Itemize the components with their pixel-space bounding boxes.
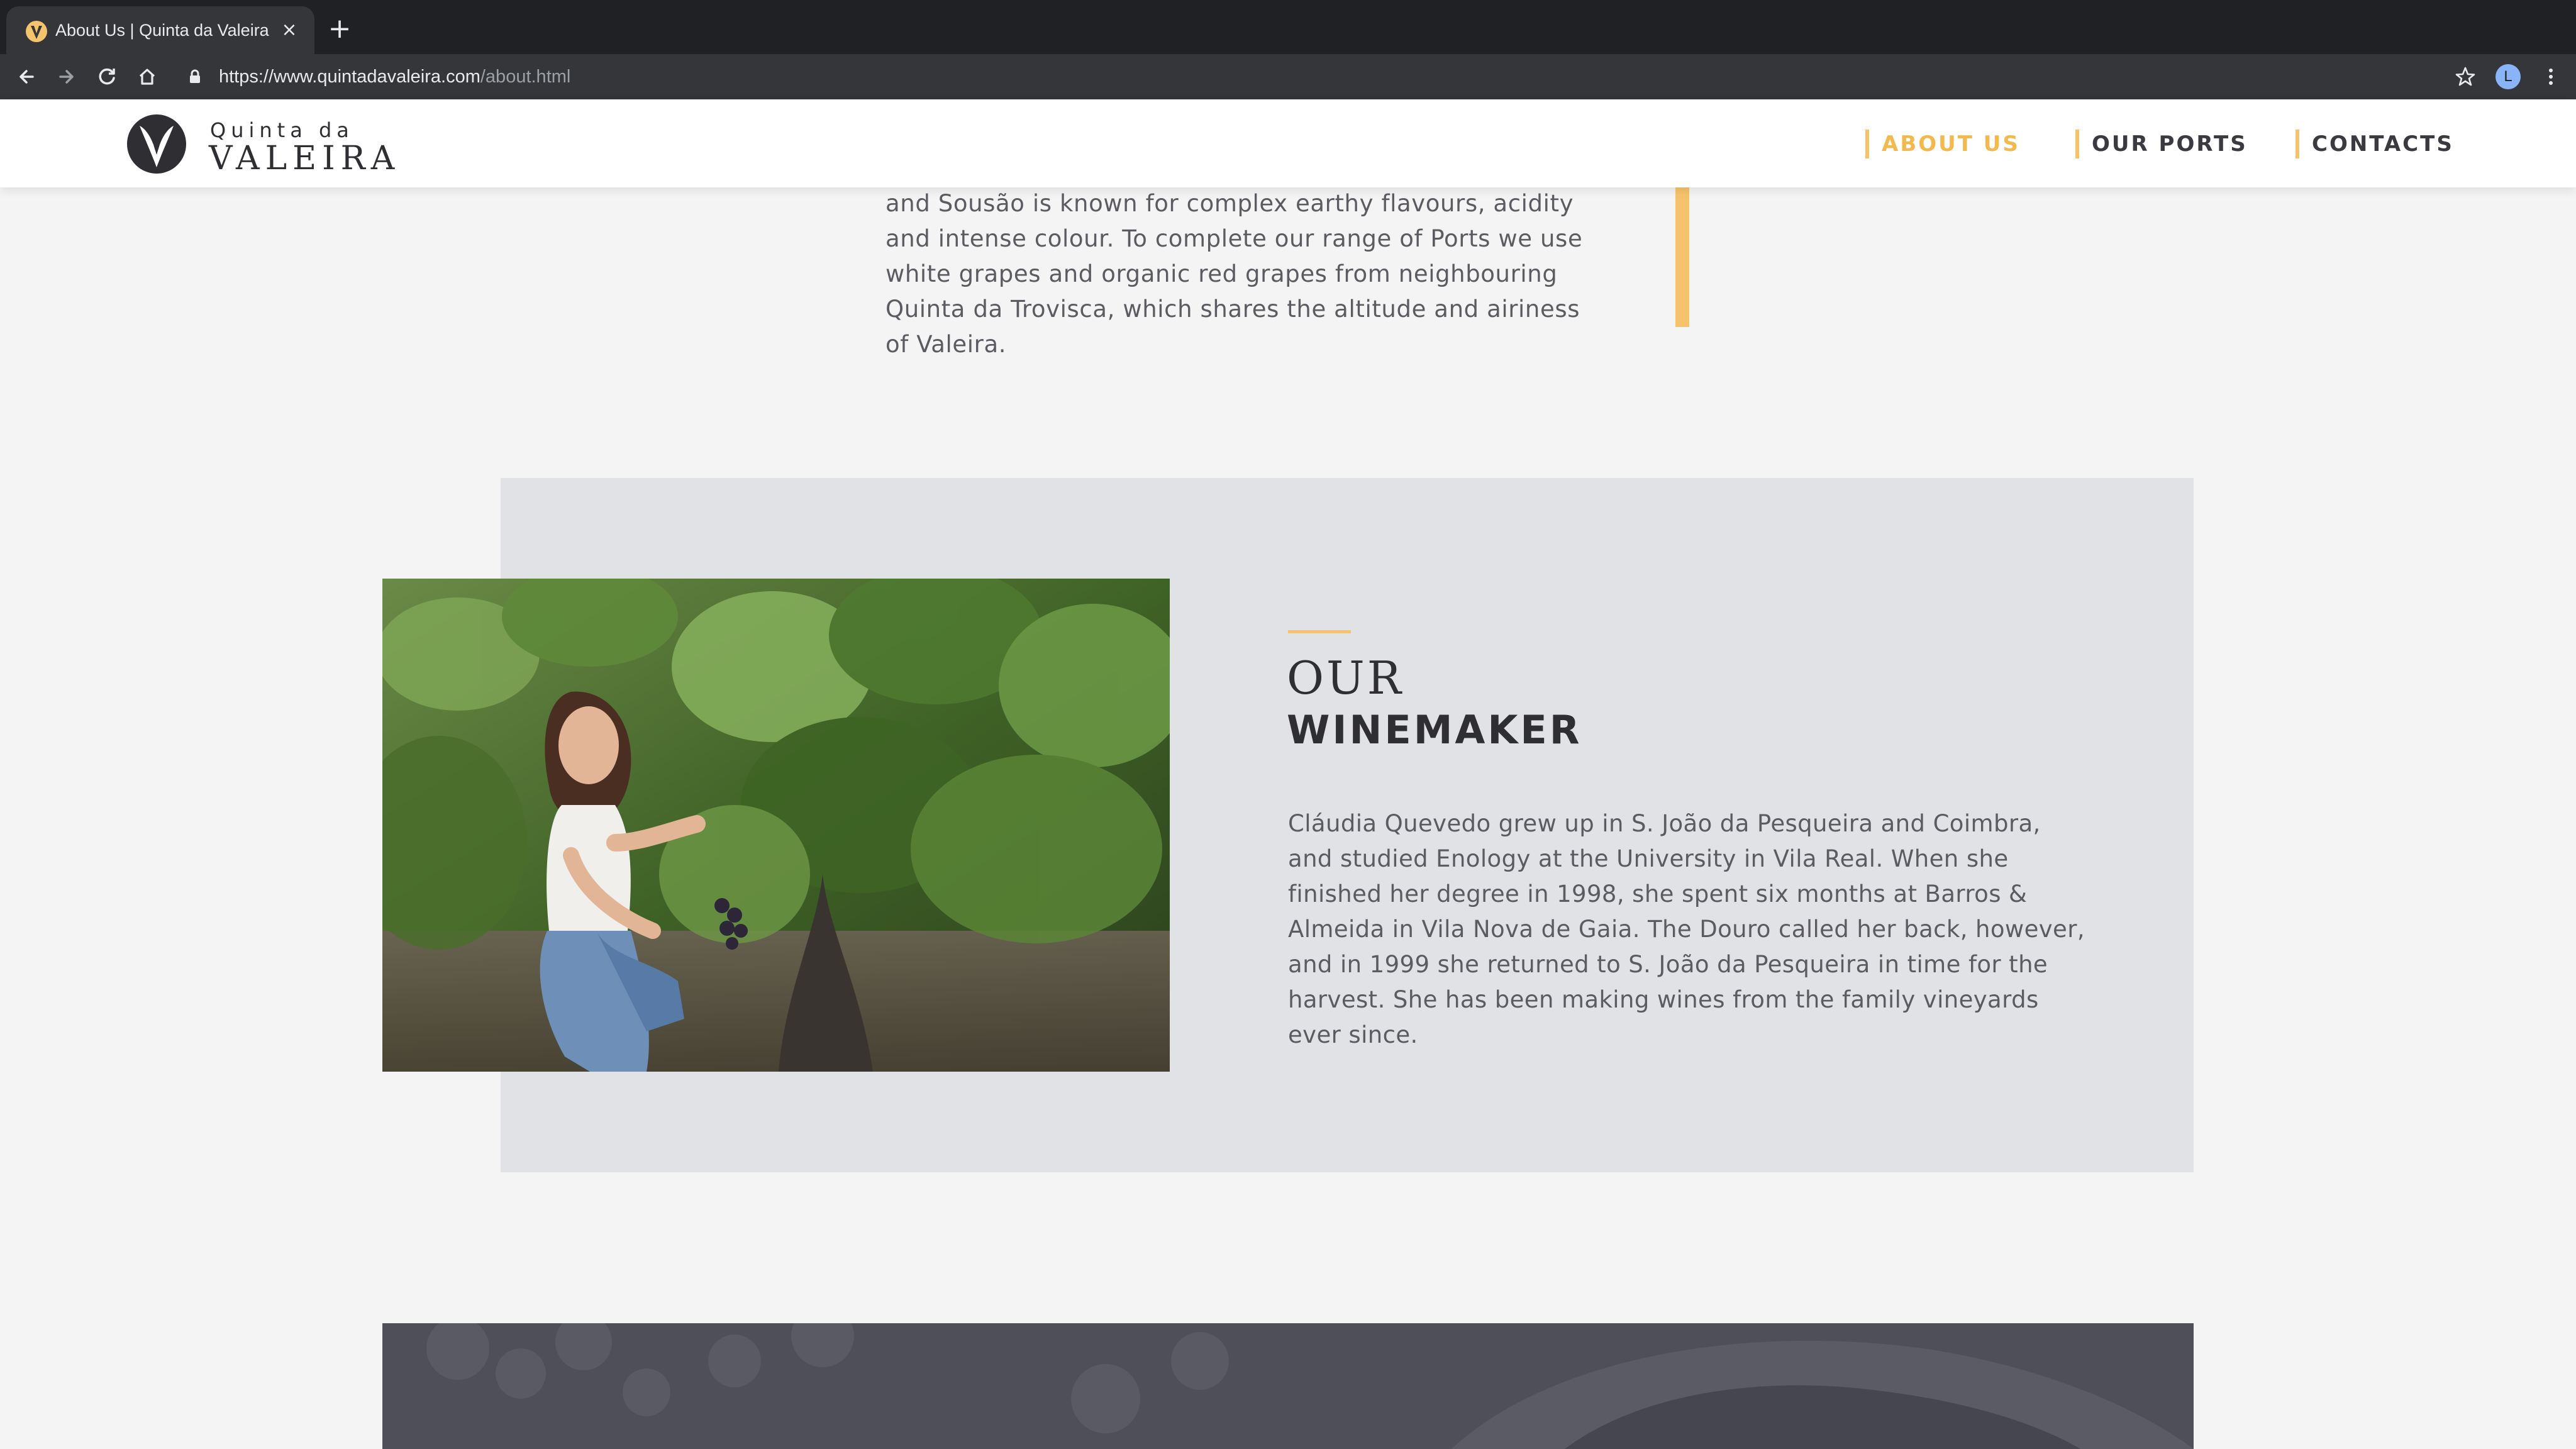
close-icon[interactable]: × xyxy=(278,19,301,42)
section-title-line2: WINEMAKER xyxy=(1287,707,1582,753)
intro-paragraph: and Sousão is known for complex earthy f… xyxy=(886,190,1583,358)
title-accent-line xyxy=(1288,630,1351,633)
logo-text-top[interactable]: Quinta da xyxy=(210,118,354,142)
url-path: /about.html xyxy=(480,67,571,87)
url-text[interactable]: https://www.quintadavaleira.com/about.ht… xyxy=(219,59,570,94)
section-title-line1: OUR xyxy=(1287,652,1404,704)
site-header: Quinta da VALEIRA ABOUT US OUR PORTS CON… xyxy=(0,99,2576,187)
valeira-favicon-icon xyxy=(25,20,48,43)
logo-text-bottom[interactable]: VALEIRA xyxy=(209,140,400,177)
nav-our-ports[interactable]: OUR PORTS xyxy=(2075,130,2248,158)
winemaker-bio: Cláudia Quevedo grew up in S. João da Pe… xyxy=(1288,810,2085,1048)
menu-icon[interactable] xyxy=(2537,63,2565,91)
browser-tabbar: About Us | Quinta da Valeira × + xyxy=(0,0,2576,54)
lock-icon[interactable] xyxy=(186,68,204,86)
accent-bar xyxy=(1675,186,1689,327)
star-icon[interactable] xyxy=(2453,64,2478,89)
browser-toolbar: https://www.quintadavaleira.com/about.ht… xyxy=(0,54,2576,99)
address-bar[interactable]: https://www.quintadavaleira.com/about.ht… xyxy=(176,59,2478,94)
valeira-logo-icon[interactable] xyxy=(126,113,187,175)
plus-icon[interactable]: + xyxy=(327,15,352,43)
back-icon[interactable] xyxy=(13,63,40,91)
forward-icon[interactable] xyxy=(53,63,80,91)
reload-icon[interactable] xyxy=(93,63,121,91)
winemaker-photo xyxy=(382,579,1170,1072)
tab-title: About Us | Quinta da Valeira xyxy=(55,21,269,40)
nav-about-us[interactable]: ABOUT US xyxy=(1865,130,2020,158)
home-icon[interactable] xyxy=(133,63,161,91)
url-host: https://www.quintadavaleira.com xyxy=(219,67,480,87)
nav-contacts[interactable]: CONTACTS xyxy=(2296,130,2454,158)
profile-avatar[interactable]: L xyxy=(2496,64,2521,89)
next-section-banner xyxy=(382,1323,2194,1449)
browser-tab[interactable]: About Us | Quinta da Valeira × xyxy=(6,6,314,54)
